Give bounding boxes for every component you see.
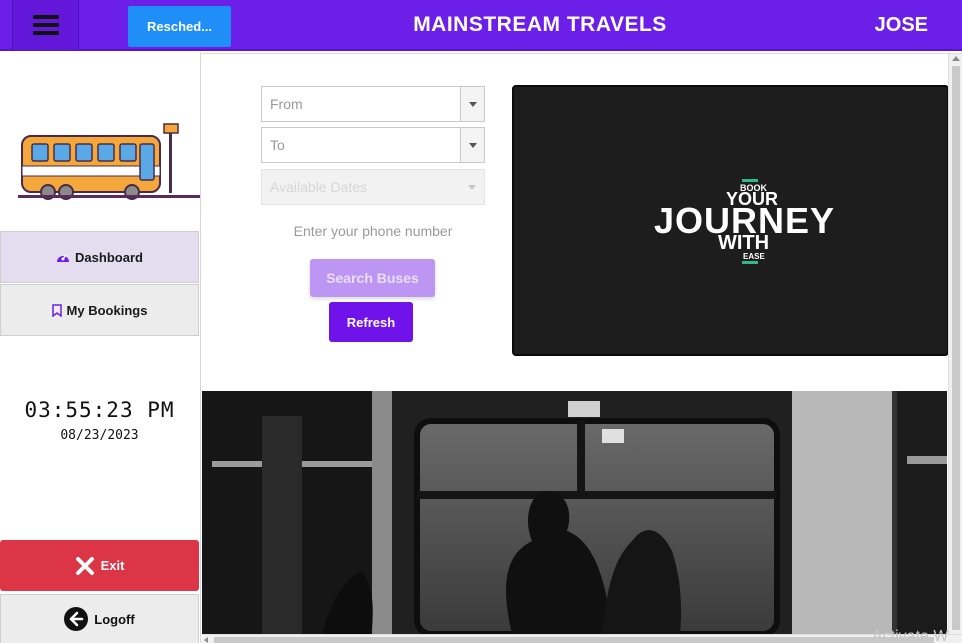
- vertical-scroll-thumb[interactable]: [952, 66, 960, 630]
- banner-accent-bar: [742, 179, 758, 182]
- refresh-button[interactable]: Refresh: [329, 302, 413, 342]
- bookmark-icon: [51, 303, 62, 317]
- activate-windows-watermark: Activate W: [872, 628, 949, 643]
- to-select-value: To: [270, 137, 285, 153]
- exit-label: Exit: [100, 558, 125, 573]
- available-dates-select[interactable]: Available Dates: [261, 169, 485, 205]
- scroll-left-icon[interactable]: [204, 637, 208, 643]
- exit-button[interactable]: Exit: [0, 540, 199, 591]
- chevron-down-icon: [460, 128, 484, 162]
- close-icon: [75, 556, 95, 576]
- horizontal-scroll-thumb[interactable]: [214, 637, 934, 643]
- search-buses-button[interactable]: Search Buses: [310, 259, 435, 297]
- logo-divider: [18, 195, 200, 198]
- bus-logo-icon: [21, 123, 179, 200]
- available-dates-value: Available Dates: [270, 179, 368, 195]
- arrow-left-circle-icon: [64, 607, 89, 631]
- clock-time: 03:55:23 PM: [24, 398, 175, 422]
- banner-accent-bar: [742, 261, 758, 264]
- gauge-icon: [56, 251, 70, 263]
- banner-text-ease: EASE: [743, 252, 765, 261]
- phone-number-input[interactable]: [261, 218, 485, 244]
- user-name: JOSE: [874, 13, 928, 36]
- top-bar: Resched... MAINSTREAM TRAVELS JOSE: [0, 0, 962, 51]
- logoff-button[interactable]: Logoff: [0, 594, 199, 643]
- menu-button[interactable]: [12, 0, 79, 50]
- promo-banner: BOOK YOUR JOURNEY WITH EASE: [512, 85, 949, 356]
- sidebar-item-label: My Bookings: [66, 302, 148, 318]
- vertical-scrollbar[interactable]: [948, 54, 962, 634]
- clock-date: 08/23/2023: [60, 428, 139, 443]
- sidebar-item-my-bookings[interactable]: My Bookings: [0, 284, 199, 336]
- horizontal-scrollbar[interactable]: [202, 634, 962, 643]
- scroll-up-icon[interactable]: [952, 56, 960, 61]
- to-select[interactable]: To: [261, 127, 485, 163]
- main-panel: From To Available Dates Search Buses Ref…: [202, 53, 962, 643]
- sidebar-item-dashboard[interactable]: Dashboard: [0, 231, 199, 283]
- from-select[interactable]: From: [261, 86, 485, 122]
- hamburger-icon: [32, 15, 59, 35]
- reschedule-button[interactable]: Resched...: [128, 6, 231, 47]
- sidebar-item-label: Dashboard: [75, 249, 143, 265]
- from-select-value: From: [270, 96, 303, 112]
- sidebar: Dashboard My Bookings 03:55:23 PM 08/23/…: [0, 52, 201, 643]
- bus-window-photo: [202, 391, 947, 634]
- chevron-down-icon: [460, 170, 484, 204]
- logoff-label: Logoff: [94, 611, 135, 627]
- app-title: MAINSTREAM TRAVELS: [413, 13, 667, 36]
- chevron-down-icon: [460, 87, 484, 121]
- app-window: Resched... MAINSTREAM TRAVELS JOSE Dashb…: [0, 0, 962, 643]
